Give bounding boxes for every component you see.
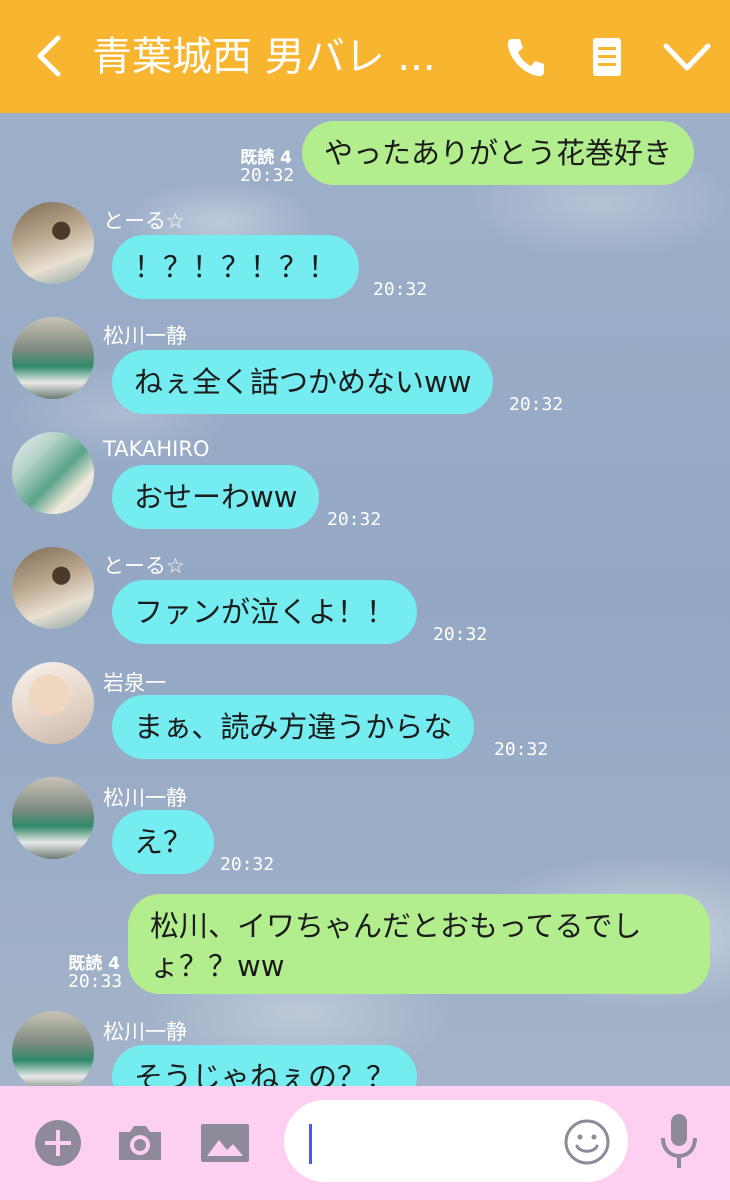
message-bubble-incoming[interactable]: え？ xyxy=(112,810,215,874)
avatar[interactable] xyxy=(12,202,94,284)
message-bubble-incoming[interactable]: おせーわww xyxy=(112,465,320,529)
avatar[interactable] xyxy=(12,317,94,399)
text-caret xyxy=(309,1124,312,1164)
avatar[interactable] xyxy=(12,1011,94,1086)
avatar[interactable] xyxy=(12,777,94,859)
message-bubble-outgoing[interactable]: やったありがとう花巻好き xyxy=(302,121,695,185)
camera-icon[interactable] xyxy=(115,1118,165,1168)
sender-name: とーる☆ xyxy=(103,209,185,233)
message-bubble-incoming[interactable]: そうじゃねぇの？？ xyxy=(112,1045,418,1086)
message-time: 20:32 xyxy=(509,394,564,415)
image-icon[interactable] xyxy=(199,1118,251,1168)
phone-icon[interactable] xyxy=(503,34,549,80)
sender-name: 松川一静 xyxy=(103,1020,187,1044)
sender-name: とーる☆ xyxy=(103,554,185,578)
smiley-icon[interactable] xyxy=(563,1118,611,1166)
sender-name: 松川一静 xyxy=(103,324,187,348)
microphone-icon[interactable] xyxy=(653,1112,705,1172)
back-chevron-icon[interactable] xyxy=(30,34,70,78)
notes-icon[interactable] xyxy=(584,34,630,80)
chat-title[interactable]: 青葉城西 男バレ ... xyxy=(92,32,482,82)
avatar[interactable] xyxy=(12,547,94,629)
message-time: 20:32 xyxy=(433,624,488,645)
message-time: 20:32 xyxy=(220,854,275,875)
message-bubble-incoming[interactable]: ！？！？！？！ xyxy=(112,235,360,299)
sender-name: TAKAHIRO xyxy=(103,437,210,461)
chat-message-list[interactable]: 既読 4 20:32 やったありがとう花巻好き とーる☆ ！？！？！？！ 20:… xyxy=(0,113,730,1086)
plus-circle-icon[interactable] xyxy=(33,1118,83,1168)
message-bubble-incoming[interactable]: ねぇ全く話つかめないww xyxy=(112,350,494,414)
avatar[interactable] xyxy=(12,662,94,744)
sender-name: 岩泉一 xyxy=(103,671,166,695)
message-bubble-outgoing[interactable]: 松川、イワちゃんだとおもってるでしょ？？ww xyxy=(128,894,710,994)
avatar[interactable] xyxy=(12,432,94,514)
message-time: 20:32 xyxy=(494,739,549,760)
message-time: 20:33 xyxy=(68,971,123,992)
chevron-down-icon[interactable] xyxy=(662,34,712,80)
message-bubble-incoming[interactable]: ファンが泣くよ！！ xyxy=(112,580,418,644)
message-time: 20:32 xyxy=(373,279,428,300)
sender-name: 松川一静 xyxy=(103,786,187,810)
message-bubble-incoming[interactable]: まぁ、読み方違うからな xyxy=(112,695,475,759)
chat-header: 青葉城西 男バレ ... xyxy=(0,0,730,113)
message-time: 20:32 xyxy=(240,165,295,186)
message-time: 20:32 xyxy=(327,509,382,530)
